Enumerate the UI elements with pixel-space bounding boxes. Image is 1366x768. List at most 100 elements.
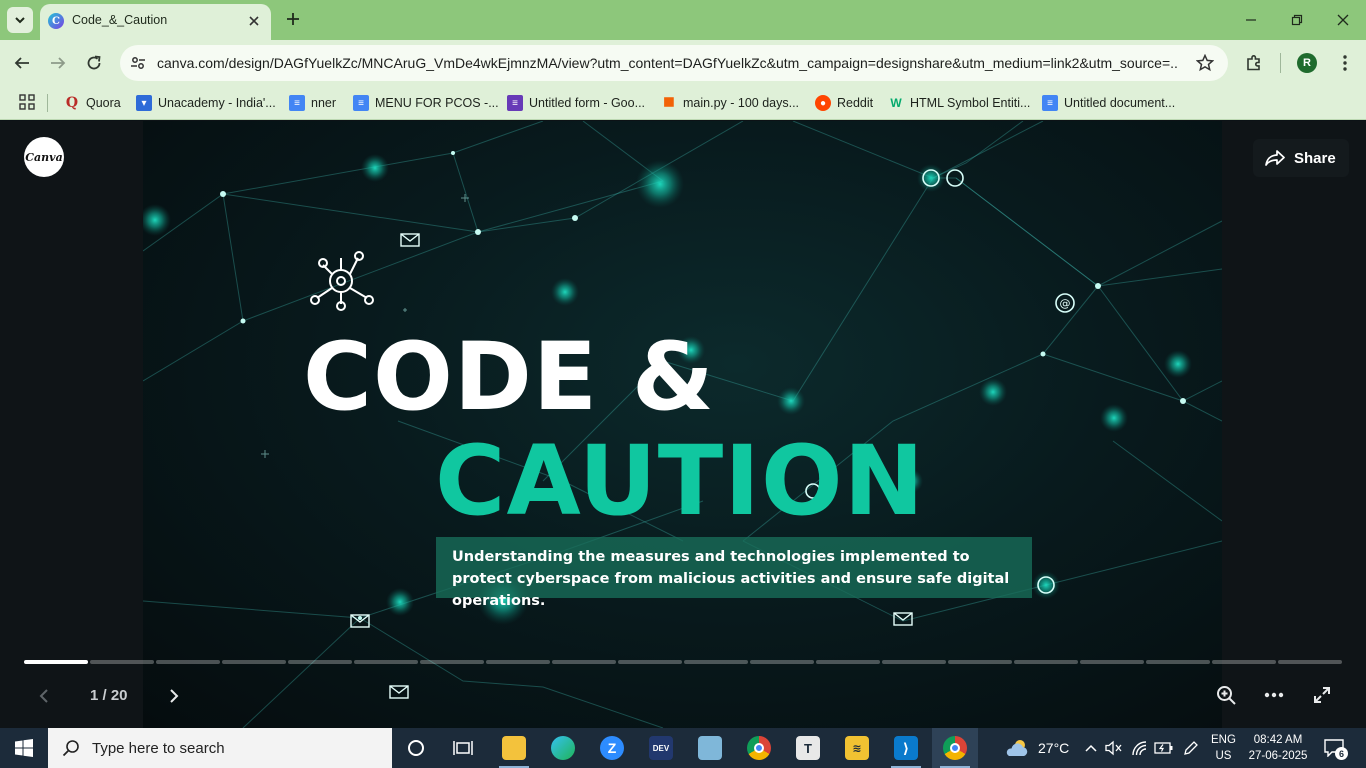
browser-menu-button[interactable] [1334, 50, 1356, 76]
network-node-icon [310, 251, 374, 311]
close-window-button[interactable] [1320, 4, 1366, 36]
progress-segment[interactable] [1080, 660, 1144, 664]
bookmark-label: MENU FOR PCOS -... [375, 96, 499, 110]
progress-segment[interactable] [948, 660, 1012, 664]
bookmark-untitled-form[interactable]: ≡ Untitled form - Goo... [507, 92, 645, 114]
progress-segment[interactable] [222, 660, 286, 664]
volume-muted-button[interactable] [1104, 738, 1124, 758]
task-view-button[interactable] [440, 728, 486, 768]
edge-button[interactable] [540, 728, 586, 768]
reload-button[interactable] [80, 49, 108, 77]
progress-segment[interactable] [684, 660, 748, 664]
bookmark-label: nner [311, 96, 337, 110]
restore-button[interactable] [1274, 4, 1320, 36]
chrome-icon [747, 736, 771, 760]
taskbar-search[interactable]: Type here to search [48, 728, 392, 768]
show-hidden-icons-button[interactable] [1081, 738, 1101, 758]
progress-segment[interactable] [156, 660, 220, 664]
zoom-app-button[interactable]: Z [589, 728, 635, 768]
start-button[interactable] [0, 728, 48, 768]
bookmark-nner[interactable]: ≡ nner [289, 92, 336, 114]
share-label: Share [1294, 149, 1336, 167]
network-button[interactable] [1130, 738, 1150, 758]
bookmark-quora[interactable]: Q Quora [64, 92, 121, 114]
new-tab-button[interactable] [282, 8, 304, 30]
vscode-button[interactable]: ⟩ [883, 728, 929, 768]
progress-segment[interactable] [90, 660, 154, 664]
bookmark-html-symbol[interactable]: W HTML Symbol Entiti... [888, 92, 1030, 114]
progress-segment[interactable] [552, 660, 616, 664]
progress-segment[interactable] [288, 660, 352, 664]
docs-icon: ≡ [353, 95, 369, 111]
canva-logo[interactable]: Canva [24, 137, 64, 177]
address-bar[interactable]: canva.com/design/DAGfYuelkZc/MNCAruG_VmD… [120, 45, 1228, 81]
progress-segment[interactable] [420, 660, 484, 664]
url-text[interactable]: canva.com/design/DAGfYuelkZc/MNCAruG_VmD… [157, 55, 1177, 71]
clock-time: 08:42 AM [1253, 734, 1303, 746]
weather-widget[interactable]: 27°C [1004, 728, 1069, 768]
minimize-button[interactable] [1228, 4, 1274, 36]
back-button[interactable] [8, 49, 36, 77]
bookmarks-separator [47, 94, 48, 112]
more-options-button[interactable] [1262, 683, 1286, 707]
more-vertical-icon [1343, 55, 1347, 71]
clock[interactable]: 08:42 AM 27-06-2025 [1243, 732, 1313, 764]
bookmark-untitled-document[interactable]: ≡ Untitled document... [1042, 92, 1175, 114]
arrow-right-icon [51, 57, 66, 69]
chevron-left-icon [39, 689, 48, 703]
browser-toolbar: canva.com/design/DAGfYuelkZc/MNCAruG_VmD… [0, 40, 1366, 86]
battery-button[interactable] [1154, 738, 1174, 758]
browser-tab[interactable]: C Code_&_Caution [40, 4, 271, 40]
site-info-icon[interactable] [128, 53, 148, 73]
slide-progress-bar[interactable] [24, 660, 1342, 664]
bookmark-main-py[interactable]: ⯀ main.py - 100 days... [661, 92, 799, 114]
expand-icon [1314, 687, 1330, 703]
share-button[interactable]: Share [1253, 139, 1349, 177]
bookmark-unacademy[interactable]: ▾ Unacademy - India'... [136, 92, 276, 114]
progress-segment[interactable] [354, 660, 418, 664]
file-explorer-button[interactable] [491, 728, 537, 768]
typing-app-button[interactable]: T [785, 728, 831, 768]
forward-button[interactable] [44, 49, 72, 77]
profile-avatar[interactable]: R [1297, 53, 1317, 73]
chrome-button[interactable] [736, 728, 782, 768]
zoom-in-button[interactable] [1214, 683, 1238, 707]
pen-icon [1184, 741, 1198, 755]
notification-center-button[interactable]: 6 [1322, 737, 1348, 760]
progress-segment[interactable] [882, 660, 946, 664]
pen-menu-button[interactable] [1181, 738, 1201, 758]
close-icon[interactable] [245, 12, 263, 30]
progress-segment[interactable] [750, 660, 814, 664]
notepad-button[interactable] [687, 728, 733, 768]
language-indicator[interactable]: ENG US [1211, 732, 1236, 764]
progress-segment[interactable] [618, 660, 682, 664]
progress-segment[interactable] [486, 660, 550, 664]
next-slide-button[interactable] [164, 684, 184, 708]
bookmark-reddit[interactable]: ● Reddit [815, 92, 873, 114]
svg-text:@: @ [1060, 297, 1071, 310]
fullscreen-button[interactable] [1310, 683, 1334, 707]
cortana-button[interactable] [393, 728, 439, 768]
apps-grid-icon[interactable] [18, 93, 36, 111]
slide-title-line1: CODE & [303, 323, 715, 432]
chevron-down-icon [15, 17, 25, 24]
previous-slide-button[interactable] [34, 684, 54, 708]
bookmark-menu-for-pcos[interactable]: ≡ MENU FOR PCOS -... [353, 92, 499, 114]
restore-icon [1291, 14, 1303, 26]
notepad-icon [698, 736, 722, 760]
speaker-muted-icon [1105, 740, 1122, 756]
bookmark-star-icon[interactable] [1194, 52, 1216, 74]
progress-segment[interactable] [1278, 660, 1342, 664]
dev-app-button[interactable]: DEV [638, 728, 684, 768]
wifi-icon [1132, 741, 1147, 756]
progress-segment[interactable] [1212, 660, 1276, 664]
tab-search-button[interactable] [7, 7, 33, 33]
extensions-button[interactable] [1242, 51, 1266, 75]
chrome-profile-button[interactable] [932, 728, 978, 768]
progress-segment[interactable] [1146, 660, 1210, 664]
progress-segment[interactable] [816, 660, 880, 664]
bookmark-label: main.py - 100 days... [683, 96, 800, 110]
progress-segment[interactable] [1014, 660, 1078, 664]
stack-app-button[interactable]: ≋ [834, 728, 880, 768]
progress-segment[interactable] [24, 660, 88, 664]
